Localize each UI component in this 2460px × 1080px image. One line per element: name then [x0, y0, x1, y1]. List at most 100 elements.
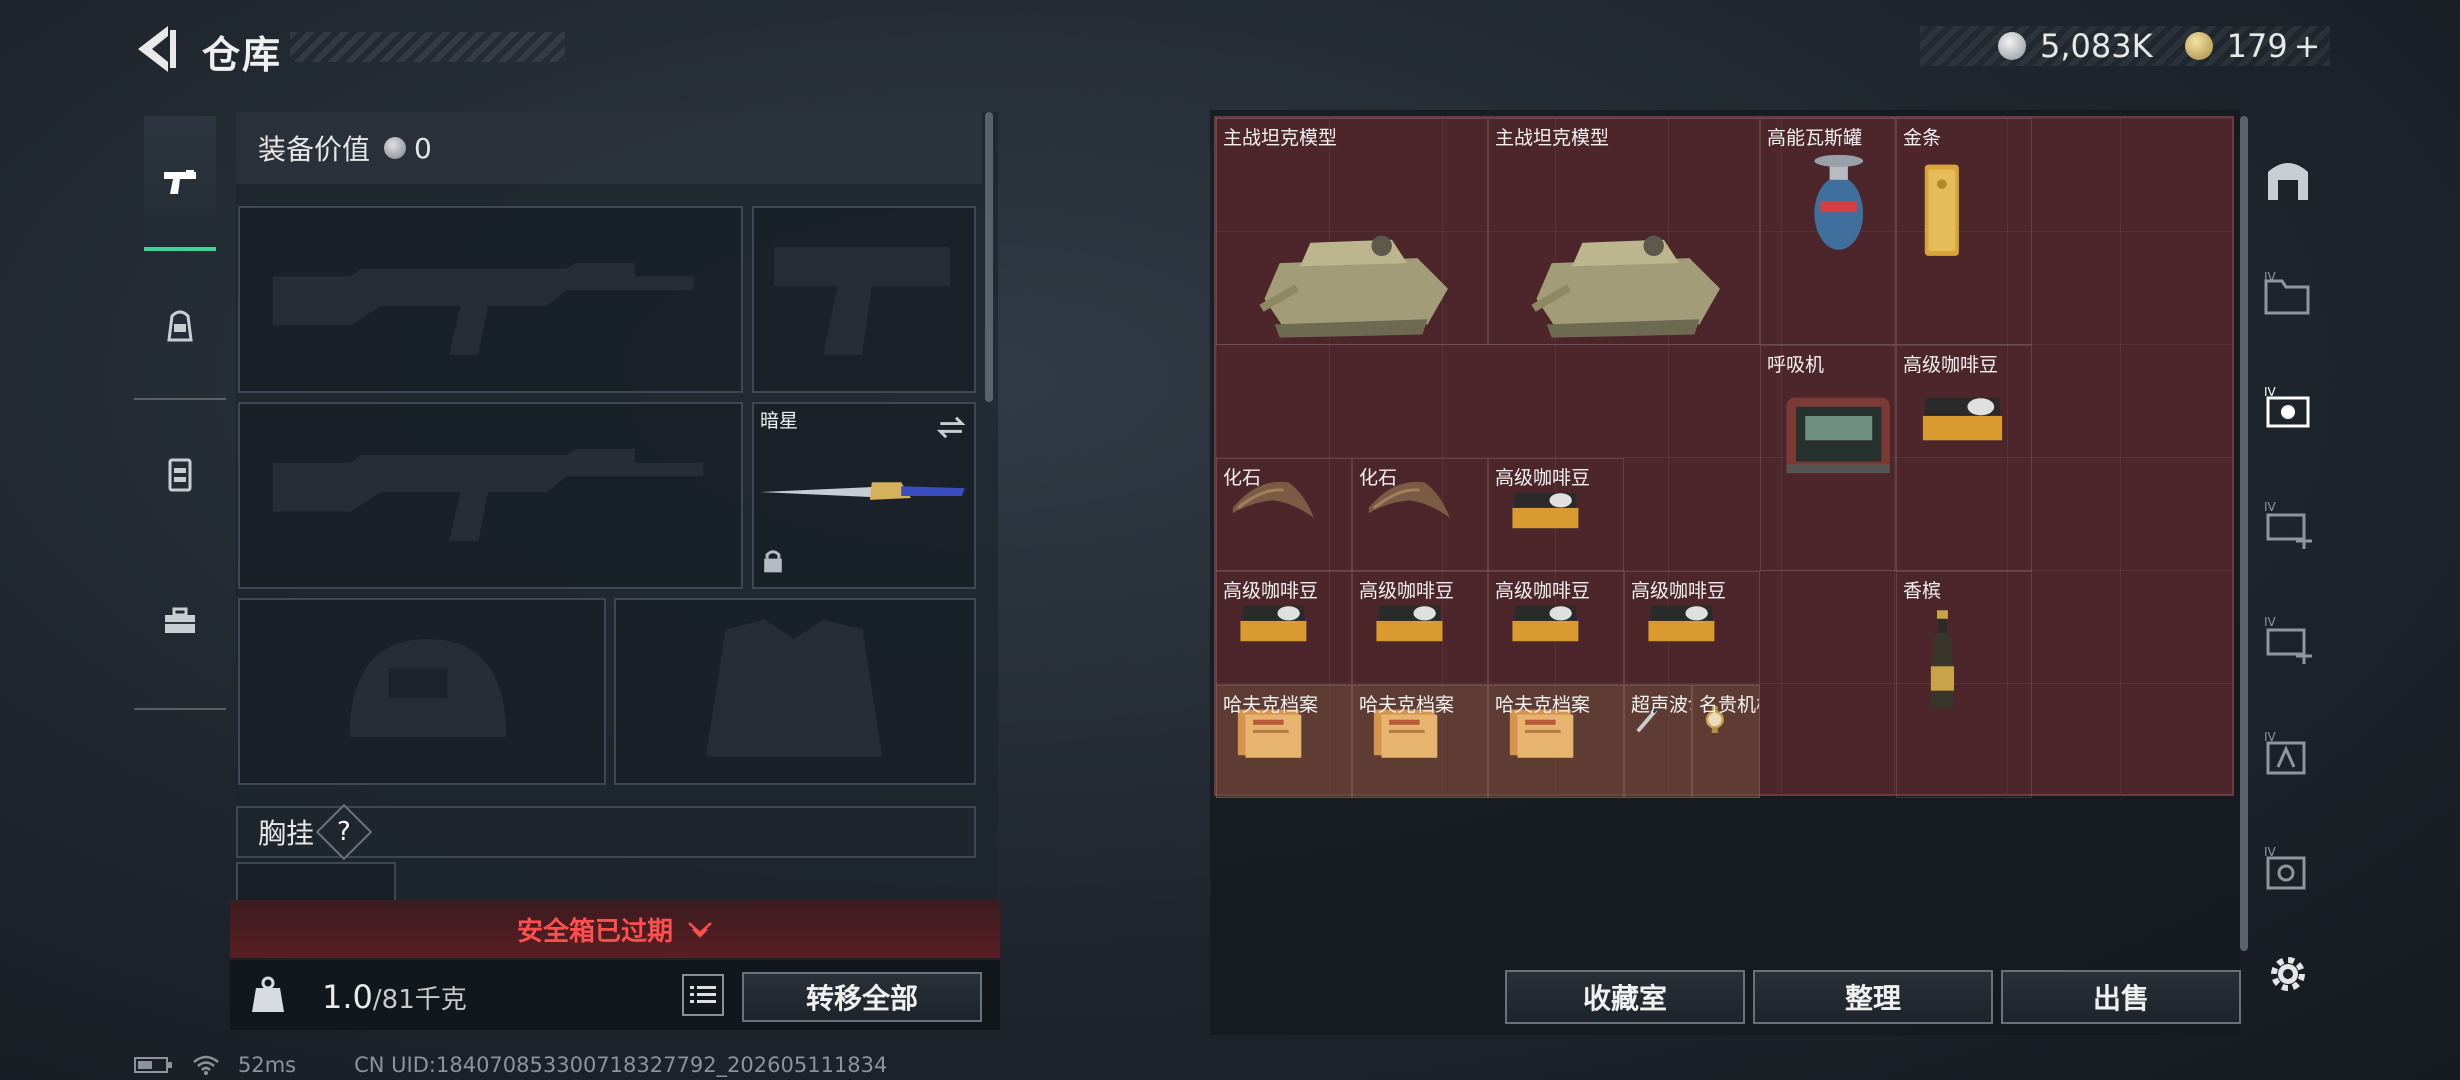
stash-item-name: 名贵机械表	[1699, 693, 1759, 716]
helmet-slot[interactable]	[238, 598, 606, 785]
stash-item[interactable]: 哈夫克档案	[1488, 684, 1624, 798]
battery-icon	[134, 1057, 172, 1073]
folder-icon: IV	[2264, 270, 2310, 315]
stash-item[interactable]: 高级咖啡豆	[1216, 571, 1352, 685]
stash-item-name: 主战坦克模型	[1495, 127, 1610, 149]
filter-rail: IV IV IV IV IV IV	[2248, 115, 2328, 975]
stash-scrollbar[interactable]	[2240, 116, 2248, 951]
page-title: 仓库	[202, 33, 283, 77]
list-view-button[interactable]	[682, 974, 724, 1016]
status-bar: 52ms CN UID:18407085330071832779​2_20260…	[134, 1052, 887, 1078]
organize-button[interactable]: 整理	[1753, 970, 1993, 1024]
backpack-icon	[167, 310, 193, 341]
add-gold-button[interactable]: +	[2294, 27, 2321, 65]
wifi-icon	[193, 1055, 219, 1075]
rail-item-rig[interactable]	[144, 406, 216, 541]
filter-tier4-armor[interactable]: IV	[2248, 705, 2328, 805]
stash-item[interactable]: 主战坦克模型	[1488, 118, 1760, 345]
stash-item[interactable]: 主战坦克模型	[1216, 118, 1488, 345]
stash-item[interactable]: 高级咖啡豆	[1896, 344, 2032, 572]
back-button[interactable]	[130, 22, 180, 76]
stash-item[interactable]: 高级咖啡豆	[1488, 458, 1624, 572]
transfer-all-button[interactable]: 转移全部	[742, 972, 982, 1022]
sell-button[interactable]: 出售	[2001, 970, 2241, 1024]
filter-tier4-folder[interactable]: IV	[2248, 245, 2328, 345]
medkit-icon: IV	[2264, 500, 2312, 549]
safebox-expired-text: 安全箱已过期	[516, 916, 673, 947]
stash-item[interactable]: 高级咖啡豆	[1352, 571, 1488, 685]
gear-icon	[2271, 957, 2305, 991]
stash-item[interactable]: 高级咖啡豆	[1624, 571, 1760, 685]
stash-item[interactable]: 名贵机械表	[1692, 684, 1760, 798]
equipment-value-label: 装备价值	[258, 133, 371, 166]
stash-item-name: 香槟	[1903, 580, 1942, 603]
stash-item-name: 呼吸机	[1767, 353, 1825, 376]
rail-separator	[134, 708, 226, 710]
stash-item-name: 超声波切...	[1631, 693, 1691, 716]
stash-item[interactable]: 化石	[1352, 458, 1488, 572]
stash-item[interactable]: 高能瓦斯罐	[1760, 118, 1896, 345]
stash-item[interactable]: 哈夫克档案	[1216, 684, 1352, 798]
lock-icon	[764, 550, 782, 573]
helmet-silhouette-icon	[349, 639, 507, 738]
equipment-scrollbar[interactable]	[985, 112, 993, 402]
rifle-silhouette-icon	[272, 449, 704, 542]
ping-readout: 52ms	[238, 1053, 297, 1077]
chest-rig-label: 胸挂	[258, 817, 315, 850]
weight-max: /81千克	[372, 985, 467, 1015]
collection-room-button[interactable]: 收藏室	[1505, 970, 1745, 1024]
melee-name: 暗星	[760, 410, 799, 432]
rail-item-firearms[interactable]	[144, 116, 216, 251]
help-button[interactable]: ?	[315, 803, 373, 861]
vest-icon	[168, 458, 192, 491]
primary-weapon-slot[interactable]	[238, 206, 743, 393]
silver-amount: 5,083K	[2040, 27, 2153, 65]
category-rail	[134, 108, 226, 713]
collection-icon: IV	[2264, 385, 2310, 428]
filter-tier4-collection[interactable]: IV	[2248, 360, 2328, 460]
stash-item[interactable]: 哈夫克档案	[1352, 684, 1488, 798]
silver-coin-icon	[1998, 32, 2026, 60]
equipment-panel: 装备价值 0 暗星 胸挂 ?	[236, 112, 998, 912]
filter-tier4-medical-2[interactable]: IV	[2248, 590, 2328, 690]
stash-item-name: 高级咖啡豆	[1903, 353, 1999, 376]
svg-text:IV: IV	[2264, 385, 2277, 399]
svg-text:IV: IV	[2264, 845, 2277, 859]
tank-model-icon	[1531, 235, 1720, 338]
rail-separator	[134, 398, 226, 400]
pistol-icon	[164, 169, 196, 194]
coffee-bag-icon	[1922, 397, 2003, 440]
chest-rig-slot[interactable]	[236, 862, 396, 902]
help-icon: ?	[337, 817, 351, 847]
gold-coin-icon	[2184, 32, 2213, 60]
secondary-weapon-slot[interactable]	[238, 402, 743, 589]
stash-panel: 主战坦克模型 主战坦克模型 高能瓦斯罐 金条 呼吸机 高级咖啡豆 化石 化石 高级咖啡豆 高级咖啡…	[1210, 110, 2248, 1035]
equipment-value-header: 装备价值 0	[236, 112, 982, 184]
gold-bar-icon	[1924, 164, 1959, 256]
top-bar: 仓库 5,083K 179 +	[0, 0, 2460, 110]
rail-item-tools[interactable]	[144, 553, 216, 688]
svg-text:IV: IV	[2264, 730, 2277, 744]
stash-item[interactable]: 金条	[1896, 118, 2032, 345]
stash-item-name: 高能瓦斯罐	[1767, 127, 1863, 149]
stash-item[interactable]: 呼吸机	[1760, 344, 1896, 572]
filter-tier4-bag[interactable]: IV	[2248, 820, 2328, 920]
settings-button[interactable]	[2262, 948, 2314, 1000]
stash-actions: 收藏室 整理 出售	[1505, 970, 2255, 1026]
title-decoration	[290, 32, 565, 62]
stash-item-name: 高级咖啡豆	[1495, 467, 1591, 489]
stash-item[interactable]: 高级咖啡豆	[1488, 571, 1624, 685]
filter-all[interactable]	[2248, 130, 2328, 230]
stash-item[interactable]: 香槟	[1896, 571, 2032, 798]
rail-item-armor[interactable]	[144, 258, 216, 393]
stash-item-name: 高级咖啡豆	[1359, 580, 1455, 603]
swap-icon[interactable]	[936, 416, 966, 439]
safebox-expired-banner[interactable]: 安全箱已过期	[230, 900, 1000, 958]
stash-item[interactable]: 化石	[1216, 458, 1352, 572]
body-armor-slot[interactable]	[614, 598, 976, 785]
melee-slot[interactable]: 暗星	[752, 402, 976, 589]
stash-item-name: 化石	[1223, 467, 1262, 489]
stash-item[interactable]: 超声波切...	[1624, 684, 1692, 798]
filter-tier4-medical[interactable]: IV	[2248, 475, 2328, 575]
sidearm-slot[interactable]	[752, 206, 976, 393]
